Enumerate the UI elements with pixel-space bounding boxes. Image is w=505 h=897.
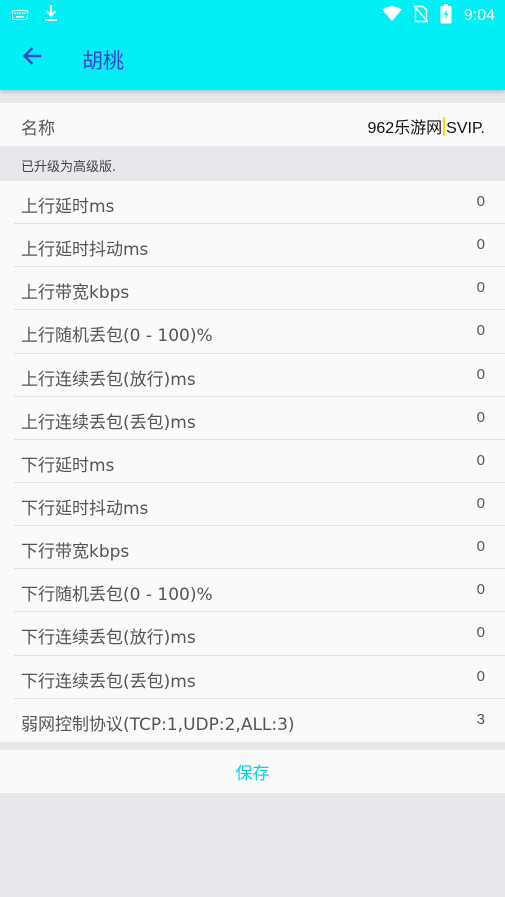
setting-row[interactable]: 下行延时抖动ms 0 [14,483,505,527]
name-value-part1: 962乐游网 [367,120,443,137]
setting-row[interactable]: 上行连续丢包(丢包)ms 0 [14,397,505,440]
name-field-row[interactable]: 名称 962乐游网 SVIP. [0,103,505,146]
keyboard-icon [12,6,28,25]
setting-label: 下行延时ms [21,455,115,476]
setting-label: 下行延时抖动ms [21,498,149,519]
back-button[interactable] [14,40,50,76]
setting-row[interactable]: 上行延时ms 0 [14,181,505,225]
setting-value[interactable]: 0 [477,452,485,469]
setting-row[interactable]: 下行延时ms 0 [14,440,505,483]
page-title: 胡桃 [82,49,124,73]
setting-label: 下行连续丢包(丢包)ms [21,671,196,692]
name-input[interactable]: 962乐游网 SVIP. [367,114,485,138]
setting-value[interactable]: 0 [477,538,485,555]
setting-row[interactable]: 下行连续丢包(放行)ms 0 [14,612,505,656]
save-button[interactable]: 保存 [0,750,505,793]
battery-icon [440,4,452,28]
setting-label: 上行连续丢包(丢包)ms [21,412,196,433]
setting-label: 上行带宽kbps [21,283,130,304]
setting-value[interactable]: 0 [477,193,485,210]
setting-value[interactable]: 0 [477,322,485,339]
download-icon [44,4,58,26]
no-sim-icon [413,5,429,27]
setting-row[interactable]: 下行带宽kbps 0 [14,526,505,570]
setting-row[interactable]: 下行连续丢包(丢包)ms 0 [14,656,505,699]
setting-label: 上行随机丢包(0 - 100)% [21,326,213,347]
save-label: 保存 [235,764,270,784]
app-bar: 胡桃 [0,28,505,90]
setting-value[interactable]: 0 [477,236,485,253]
arrow-left-icon [22,46,42,70]
setting-row[interactable]: 上行随机丢包(0 - 100)% 0 [14,310,505,354]
setting-value[interactable]: 0 [477,668,485,685]
text-cursor [443,117,446,136]
setting-value[interactable]: 0 [477,366,485,383]
setting-label: 弱网控制协议(TCP:1,UDP:2,ALL:3) [21,714,295,735]
setting-label: 上行延时ms [21,197,115,217]
wifi-icon [381,6,402,26]
upgrade-notice: 已升级为高级版. [21,160,117,175]
setting-value[interactable]: 0 [477,495,485,512]
setting-label: 上行连续丢包(放行)ms [21,369,196,390]
setting-row[interactable]: 上行带宽kbps 0 [14,267,505,311]
setting-row[interactable]: 上行延时抖动ms 0 [14,224,505,268]
setting-value[interactable]: 0 [477,581,485,598]
setting-value[interactable]: 0 [477,279,485,296]
name-value-part2: SVIP. [446,120,485,137]
setting-value[interactable]: 0 [477,409,485,426]
setting-row[interactable]: 下行随机丢包(0 - 100)% 0 [14,569,505,613]
status-bar: 9:04 [0,0,505,28]
setting-row[interactable]: 上行连续丢包(放行)ms 0 [14,354,505,397]
status-time: 9:04 [463,7,495,24]
setting-value[interactable]: 0 [477,624,485,641]
setting-row[interactable]: 弱网控制协议(TCP:1,UDP:2,ALL:3) 3 [14,699,505,742]
setting-label: 下行带宽kbps [21,542,130,563]
name-label: 名称 [21,119,55,139]
setting-label: 下行随机丢包(0 - 100)% [21,585,213,606]
setting-label: 上行延时抖动ms [21,240,149,261]
settings-list: 上行延时ms 0 上行延时抖动ms 0 上行带宽kbps 0 上行随机丢包(0 - 100)… [0,181,505,742]
setting-label: 下行连续丢包(放行)ms [21,628,196,649]
setting-value[interactable]: 3 [477,711,485,728]
